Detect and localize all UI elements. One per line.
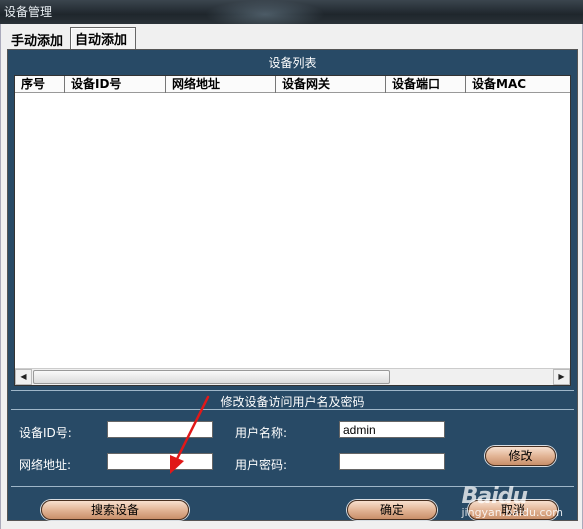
baidu-watermark: Baidu jingyan.baidu.com <box>461 484 563 519</box>
triangle-right-icon: ▶ <box>558 372 565 381</box>
tab-auto-add[interactable]: 自动添加 <box>70 27 136 49</box>
title-bar: 设备管理 <box>0 0 583 24</box>
triangle-left-icon: ◀ <box>20 372 27 381</box>
credentials-caption-divider <box>11 409 574 410</box>
device-list-header: 序号 设备ID号 网络地址 设备网关 设备端口 设备MAC <box>15 76 570 93</box>
username-label: 用户名称: <box>235 426 288 440</box>
password-label: 用户密码: <box>235 458 288 472</box>
column-header-gateway[interactable]: 设备网关 <box>276 76 386 93</box>
watermark-site: jingyan.baidu.com <box>461 506 563 519</box>
column-header-port[interactable]: 设备端口 <box>386 76 466 93</box>
device-id-label: 设备ID号: <box>19 426 72 440</box>
scrollbar-thumb[interactable] <box>33 370 390 384</box>
credentials-group-top-border <box>11 390 574 391</box>
scroll-right-button[interactable]: ▶ <box>553 369 570 385</box>
username-input[interactable] <box>339 421 445 438</box>
network-address-label: 网络地址: <box>19 458 72 472</box>
horizontal-scrollbar[interactable]: ◀ ▶ <box>15 368 570 385</box>
network-address-input[interactable] <box>107 453 213 470</box>
column-header-network-address[interactable]: 网络地址 <box>166 76 276 93</box>
column-header-device-id[interactable]: 设备ID号 <box>65 76 166 93</box>
confirm-button[interactable]: 确定 <box>347 500 437 520</box>
modify-button[interactable]: 修改 <box>485 446 556 466</box>
search-devices-button[interactable]: 搜索设备 <box>41 500 189 520</box>
device-manager-window: 手动添加 自动添加 设备列表 序号 设备ID号 网络地址 设备网关 设备端口 设… <box>0 24 583 529</box>
device-list-caption: 设备列表 <box>268 56 317 70</box>
title-bar-glow <box>205 0 325 24</box>
column-header-index[interactable]: 序号 <box>15 76 65 93</box>
tab-manual-add[interactable]: 手动添加 <box>7 29 67 49</box>
scroll-left-button[interactable]: ◀ <box>15 369 32 385</box>
device-list[interactable]: 序号 设备ID号 网络地址 设备网关 设备端口 设备MAC ◀ ▶ <box>14 75 571 386</box>
column-header-mac[interactable]: 设备MAC <box>466 76 570 93</box>
auto-add-panel: 设备列表 序号 设备ID号 网络地址 设备网关 设备端口 设备MAC ◀ ▶ 修… <box>7 49 578 521</box>
window-title: 设备管理 <box>4 5 53 19</box>
password-input[interactable] <box>339 453 445 470</box>
device-id-input[interactable] <box>107 421 213 438</box>
credentials-caption: 修改设备访问用户名及密码 <box>220 395 365 409</box>
